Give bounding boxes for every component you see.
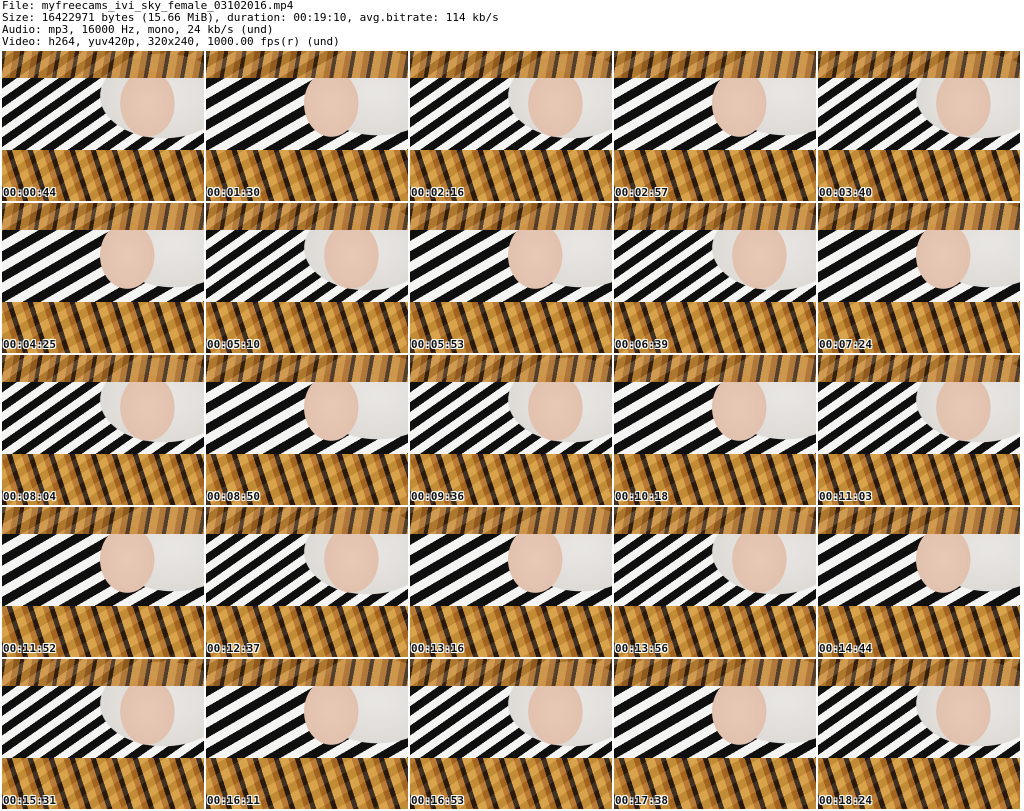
thumbnail: 00:08:50 [206, 355, 408, 505]
thumbnail: 00:08:04 [2, 355, 204, 505]
timestamp-label: 00:11:52 [3, 642, 56, 655]
timestamp-label: 00:11:03 [819, 490, 872, 503]
timestamp-label: 00:10:18 [615, 490, 668, 503]
timestamp-label: 00:12:37 [207, 642, 260, 655]
thumbnail: 00:15:31 [2, 659, 204, 809]
thumbnail: 00:04:25 [2, 203, 204, 353]
thumbnail: 00:06:39 [614, 203, 816, 353]
thumbnail: 00:05:10 [206, 203, 408, 353]
timestamp-label: 00:05:53 [411, 338, 464, 351]
timestamp-label: 00:13:56 [615, 642, 668, 655]
timestamp-label: 00:02:57 [615, 186, 668, 199]
video-info-line: Video: h264, yuv420p, 320x240, 1000.00 f… [2, 35, 340, 48]
timestamp-label: 00:16:53 [411, 794, 464, 807]
timestamp-label: 00:06:39 [615, 338, 668, 351]
file-info-header: File: myfreecams_ivi_sky_female_03102016… [2, 0, 1002, 48]
timestamp-label: 00:01:30 [207, 186, 260, 199]
timestamp-label: 00:17:38 [615, 794, 668, 807]
thumbnail: 00:13:56 [614, 507, 816, 657]
thumbnail: 00:11:52 [2, 507, 204, 657]
thumbnail: 00:16:53 [410, 659, 612, 809]
timestamp-label: 00:13:16 [411, 642, 464, 655]
thumbnail: 00:05:53 [410, 203, 612, 353]
timestamp-label: 00:02:16 [411, 186, 464, 199]
thumbnail: 00:10:18 [614, 355, 816, 505]
thumbnail: 00:16:11 [206, 659, 408, 809]
thumbnail: 00:03:40 [818, 51, 1020, 201]
timestamp-label: 00:08:04 [3, 490, 56, 503]
thumbnail: 00:07:24 [818, 203, 1020, 353]
timestamp-label: 00:09:36 [411, 490, 464, 503]
timestamp-label: 00:07:24 [819, 338, 872, 351]
thumbnail: 00:17:38 [614, 659, 816, 809]
timestamp-label: 00:04:25 [3, 338, 56, 351]
thumbnail: 00:18:24 [818, 659, 1020, 809]
thumbnail: 00:02:57 [614, 51, 816, 201]
timestamp-label: 00:14:44 [819, 642, 872, 655]
thumbnail: 00:13:16 [410, 507, 612, 657]
timestamp-label: 00:15:31 [3, 794, 56, 807]
thumbnail: 00:02:16 [410, 51, 612, 201]
timestamp-label: 00:05:10 [207, 338, 260, 351]
thumbnail: 00:14:44 [818, 507, 1020, 657]
thumbnail: 00:00:44 [2, 51, 204, 201]
thumbnail: 00:01:30 [206, 51, 408, 201]
timestamp-label: 00:00:44 [3, 186, 56, 199]
thumbnail: 00:11:03 [818, 355, 1020, 505]
timestamp-label: 00:08:50 [207, 490, 260, 503]
timestamp-label: 00:03:40 [819, 186, 872, 199]
thumbnail: 00:09:36 [410, 355, 612, 505]
thumbnail: 00:12:37 [206, 507, 408, 657]
timestamp-label: 00:18:24 [819, 794, 872, 807]
timestamp-label: 00:16:11 [207, 794, 260, 807]
thumbnail-grid: 00:00:44 00:01:30 00:02:16 00:02:57 00:0… [2, 51, 1022, 811]
